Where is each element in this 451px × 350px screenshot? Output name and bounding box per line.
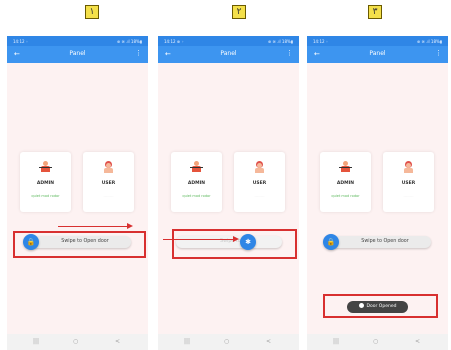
admin-card-name: ADMIN bbox=[336, 181, 355, 186]
system-nav-bar: ||| ○ < bbox=[158, 334, 299, 350]
recent-apps-icon[interactable]: ||| bbox=[184, 338, 190, 345]
status-time: 14:12 ⊕ ◦ bbox=[164, 39, 184, 44]
swipe-arrow-head-1 bbox=[127, 223, 133, 229]
admin-card-name: ADMIN bbox=[36, 181, 55, 186]
app-bar: ← Panel ⋮ bbox=[307, 46, 448, 63]
overflow-menu-icon[interactable]: ⋮ bbox=[286, 49, 293, 57]
user-card-subtitle: -------- bbox=[103, 194, 114, 198]
recent-apps-icon[interactable]: ||| bbox=[33, 338, 39, 345]
system-nav-bar: ||| ○ < bbox=[7, 334, 148, 350]
user-card-name: USER bbox=[401, 181, 416, 186]
app-bar: ← Panel ⋮ bbox=[158, 46, 299, 63]
highlight-box-step1 bbox=[13, 231, 146, 258]
admin-card[interactable]: ADMIN quiet mod rodor bbox=[20, 152, 71, 212]
phone-screen-step2: 14:12 ⊕ ◦ ⊕ ≋ .ıl 18%▮ ← Panel ⋮ ADMIN q… bbox=[158, 36, 299, 350]
page-title: Panel bbox=[369, 50, 386, 57]
status-indicators: ⊕ ≋ .ıl 18%▮ bbox=[116, 39, 142, 44]
lock-icon[interactable]: 🔒 bbox=[323, 234, 339, 250]
swipe-label: Swipe to Open door bbox=[361, 239, 409, 244]
home-icon[interactable]: ○ bbox=[73, 338, 78, 345]
user-card-name: USER bbox=[101, 181, 116, 186]
highlight-box-step3 bbox=[323, 294, 438, 318]
admin-card[interactable]: ADMIN quiet mod rodor bbox=[320, 152, 371, 212]
status-bar: 14:12 ◦ ⊕ ≋ .ıl 18%▮ bbox=[307, 36, 448, 46]
user-card[interactable]: USER -------- bbox=[383, 152, 434, 212]
user-card[interactable]: USER -------- bbox=[234, 152, 285, 212]
admin-card-name: ADMIN bbox=[187, 181, 206, 186]
user-card-subtitle: -------- bbox=[254, 194, 265, 198]
admin-avatar-icon bbox=[39, 161, 52, 174]
admin-avatar-icon bbox=[339, 161, 352, 174]
user-avatar-icon bbox=[403, 161, 414, 174]
page-title: Panel bbox=[220, 50, 237, 57]
status-time: 14:12 ◦ bbox=[13, 39, 29, 44]
user-avatar-icon bbox=[254, 161, 265, 174]
swipe-to-open-slider[interactable]: 🔒 Swipe to Open door bbox=[323, 234, 431, 250]
highlight-box-step2 bbox=[172, 229, 297, 259]
admin-card-subtitle: quiet mod rodor bbox=[182, 194, 211, 198]
admin-avatar-icon bbox=[190, 161, 203, 174]
status-bar: 14:12 ⊕ ◦ ⊕ ≋ .ıl 18%▮ bbox=[158, 36, 299, 46]
page-title: Panel bbox=[69, 50, 86, 57]
swipe-arrow-line-1 bbox=[58, 226, 128, 227]
user-card-subtitle: -------- bbox=[403, 194, 414, 198]
overflow-menu-icon[interactable]: ⋮ bbox=[135, 49, 142, 57]
recent-apps-icon[interactable]: ||| bbox=[333, 338, 339, 345]
nav-back-icon[interactable]: < bbox=[266, 338, 271, 345]
nav-back-icon[interactable]: < bbox=[415, 338, 420, 345]
step-badge-3: ٣ bbox=[368, 5, 382, 19]
user-card-name: USER bbox=[252, 181, 267, 186]
user-avatar-icon bbox=[103, 161, 114, 174]
status-indicators: ⊕ ≋ .ıl 18%▮ bbox=[416, 39, 442, 44]
step-badge-2: ٢ bbox=[232, 5, 246, 19]
phone-screen-step1: 14:12 ◦ ⊕ ≋ .ıl 18%▮ ← Panel ⋮ ADMIN qui… bbox=[7, 36, 148, 350]
home-icon[interactable]: ○ bbox=[224, 338, 229, 345]
system-nav-bar: ||| ○ < bbox=[307, 334, 448, 350]
home-icon[interactable]: ○ bbox=[373, 338, 378, 345]
app-bar: ← Panel ⋮ bbox=[7, 46, 148, 63]
admin-card-subtitle: quiet mod rodor bbox=[31, 194, 60, 198]
status-bar: 14:12 ◦ ⊕ ≋ .ıl 18%▮ bbox=[7, 36, 148, 46]
overflow-menu-icon[interactable]: ⋮ bbox=[435, 49, 442, 57]
status-indicators: ⊕ ≋ .ıl 18%▮ bbox=[267, 39, 293, 44]
status-time: 14:12 ◦ bbox=[313, 39, 329, 44]
step-badge-1: ١ bbox=[85, 5, 99, 19]
admin-card-subtitle: quiet mod rodor bbox=[331, 194, 360, 198]
admin-card[interactable]: ADMIN quiet mod rodor bbox=[171, 152, 222, 212]
nav-back-icon[interactable]: < bbox=[115, 338, 120, 345]
user-card[interactable]: USER -------- bbox=[83, 152, 134, 212]
